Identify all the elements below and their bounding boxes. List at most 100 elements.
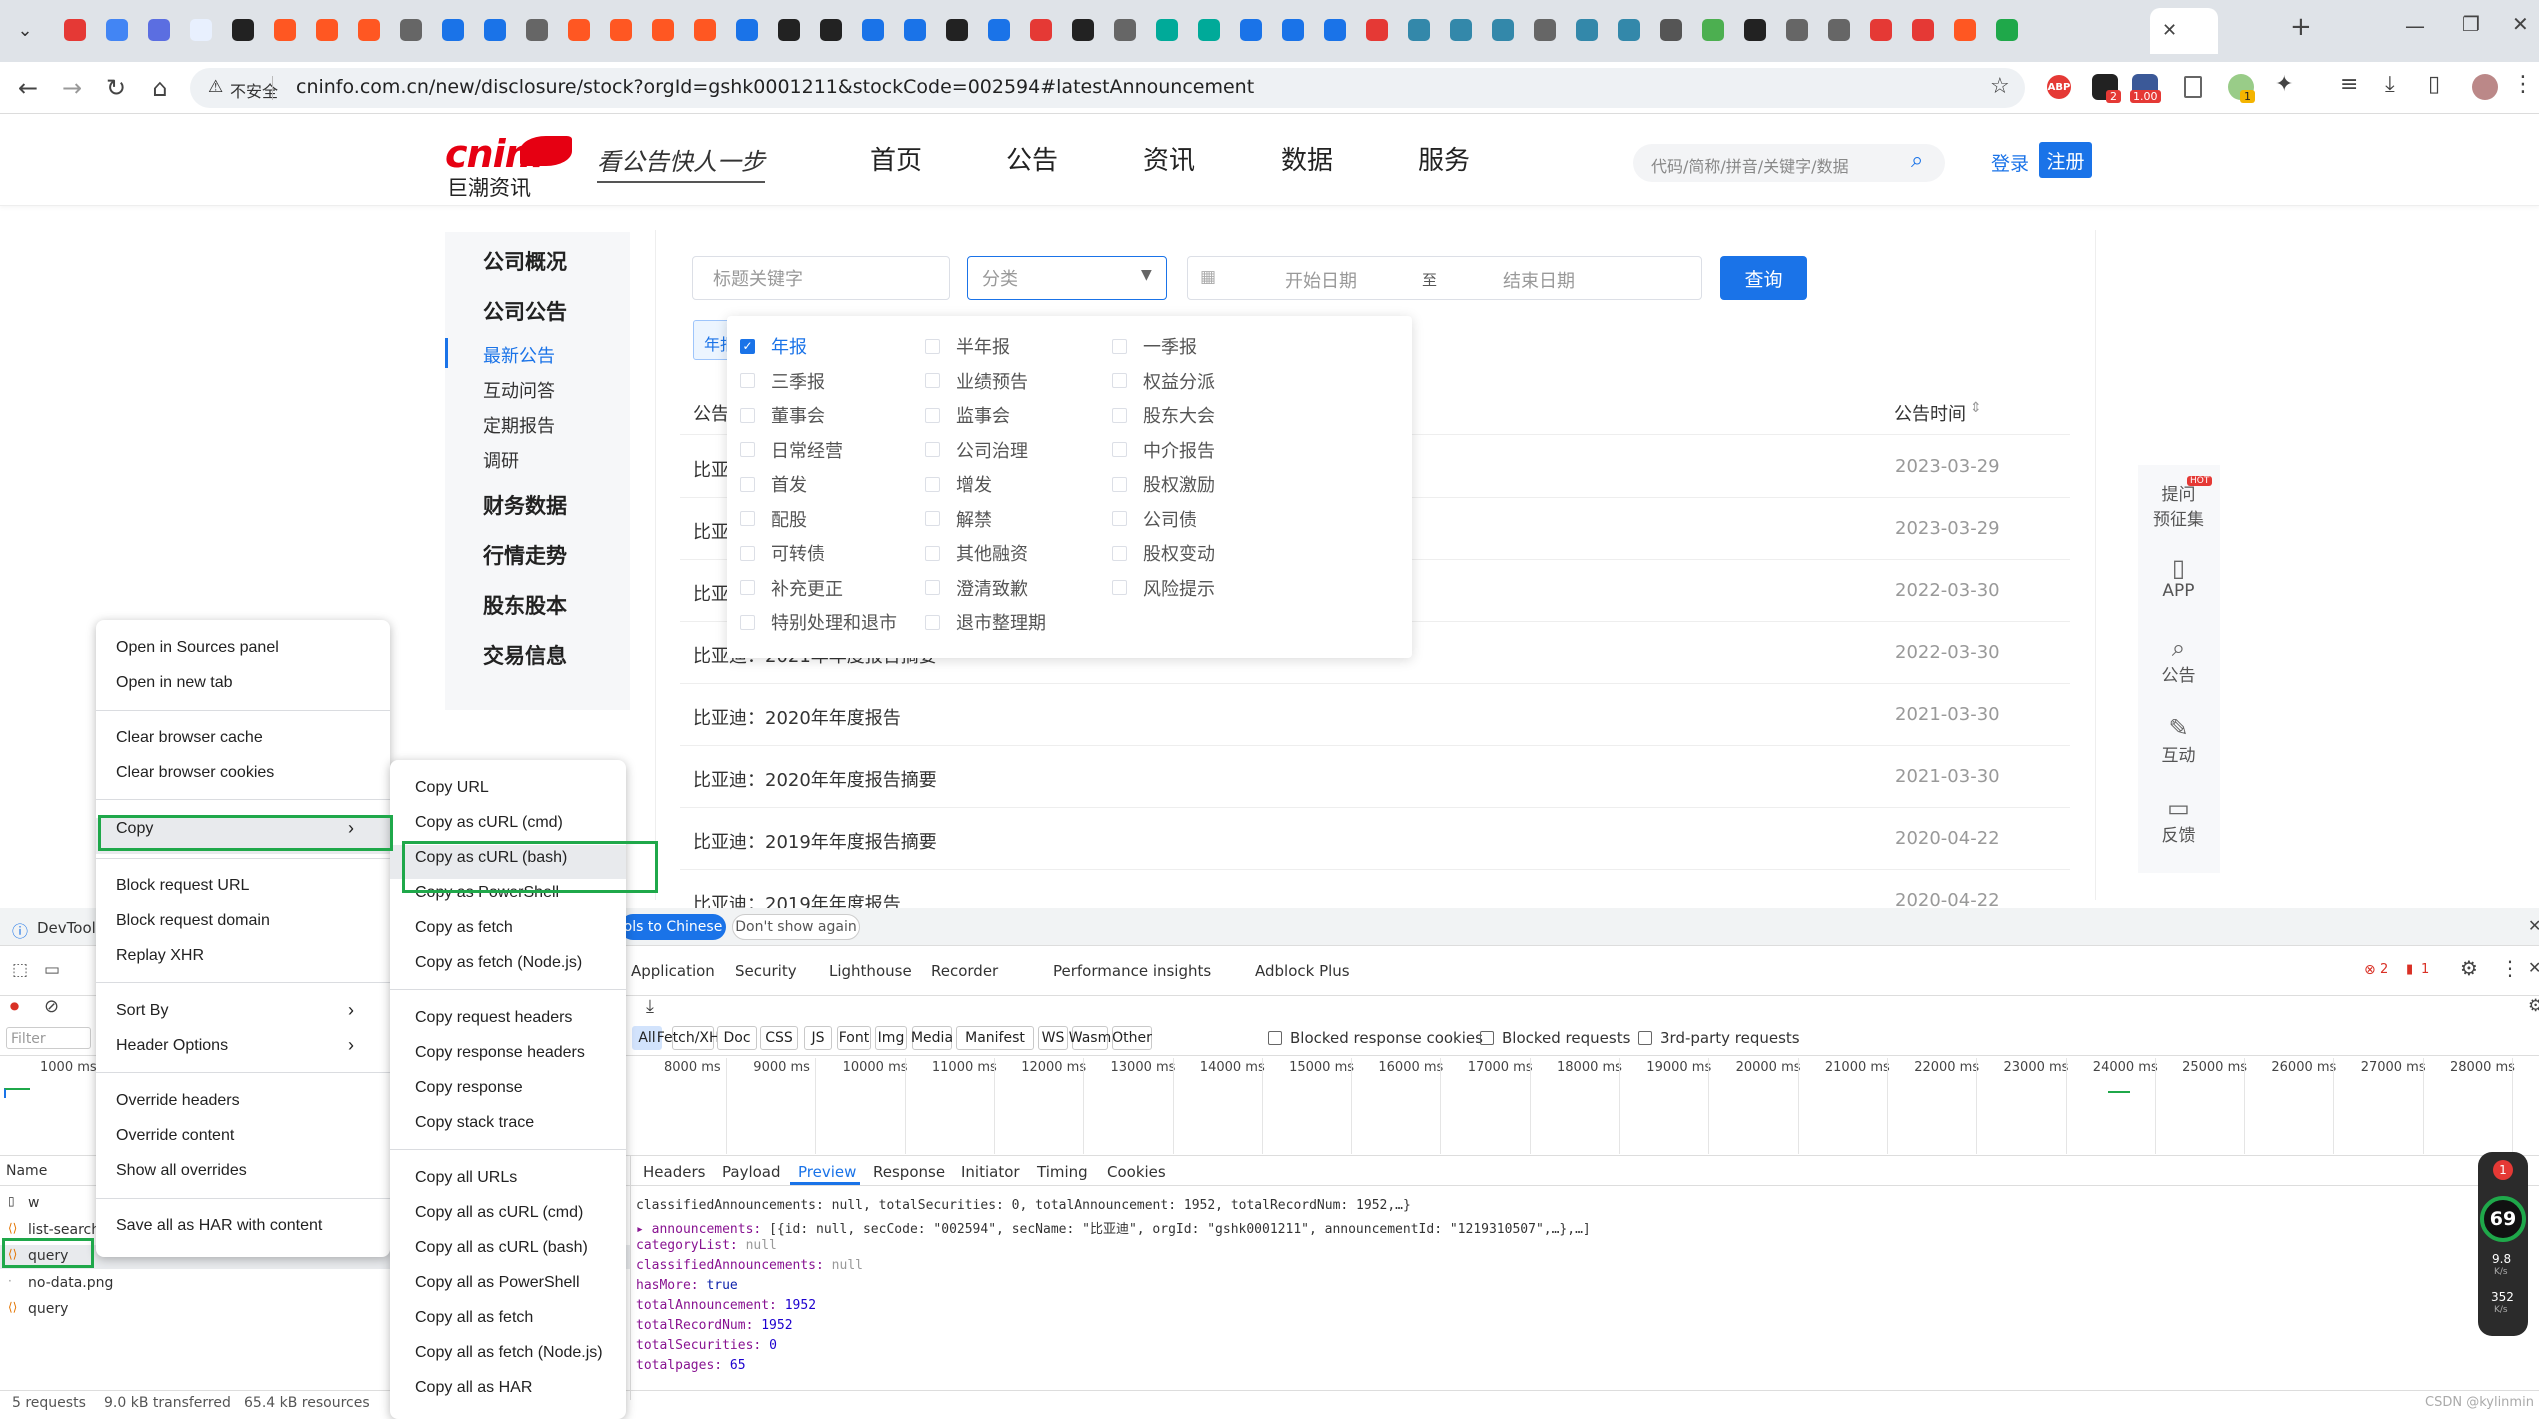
browser-tab[interactable] <box>1024 12 1058 48</box>
browser-tab[interactable] <box>898 12 932 48</box>
checkbox-icon[interactable] <box>740 614 755 630</box>
checkbox-icon[interactable] <box>740 373 755 388</box>
adblock-icon[interactable]: ABP <box>2047 75 2071 99</box>
copy-as-fetch-node[interactable]: Copy as fetch (Node.js) <box>415 954 582 972</box>
row-title[interactable]: 比亚 <box>693 580 729 606</box>
download-icon[interactable]: ⤓ <box>2385 72 2395 97</box>
browser-tab[interactable] <box>184 12 218 48</box>
browser-tab[interactable] <box>1150 12 1184 48</box>
sidebar-icon[interactable]: ▯ <box>2428 72 2440 97</box>
sidebar-button[interactable]: ⌕ 公告 <box>2141 635 2216 686</box>
checkbox-icon[interactable] <box>1268 1031 1282 1045</box>
query-button[interactable]: 查询 <box>1720 256 1807 300</box>
checkbox-icon[interactable] <box>1112 545 1127 561</box>
detail-tab-payload[interactable]: Payload <box>722 1163 781 1181</box>
category-option[interactable]: 公司治理 <box>925 437 1028 463</box>
checkbox-icon[interactable] <box>1638 1031 1652 1045</box>
site-search-input[interactable]: 代码/简称/拼音/关键字/数据 ⌕ <box>1633 144 1945 182</box>
ctx-override-headers[interactable]: Override headers <box>116 1092 240 1110</box>
detail-tab-timing[interactable]: Timing <box>1037 1163 1088 1181</box>
category-option[interactable]: 解禁 <box>925 506 992 532</box>
preview-categorylist[interactable]: categoryList: null <box>636 1238 777 1253</box>
type-filter-chip[interactable]: Doc <box>717 1026 757 1050</box>
category-option[interactable]: 退市整理期 <box>925 609 1046 635</box>
record-icon[interactable]: ⏺ <box>10 996 19 1017</box>
devtools-tab[interactable]: Adblock Plus <box>1255 962 1350 980</box>
browser-tab[interactable] <box>1696 12 1730 48</box>
keyword-input[interactable]: 标题关键字 <box>692 256 950 300</box>
ctx-block-request-url[interactable]: Block request URL <box>116 877 249 895</box>
nav-latest-announcements[interactable]: 最新公告 <box>483 342 555 368</box>
browser-tab[interactable] <box>142 12 176 48</box>
browser-tab[interactable] <box>352 12 386 48</box>
nav-market-trend[interactable]: 行情走势 <box>483 540 567 570</box>
avatar[interactable] <box>2472 74 2498 100</box>
category-option[interactable]: 澄清致歉 <box>925 575 1028 601</box>
category-option[interactable]: 特别处理和退市 <box>740 609 897 635</box>
forward-icon[interactable]: → <box>54 70 90 106</box>
clear-icon[interactable]: ⊘ <box>44 996 59 1017</box>
device-toolbar-icon[interactable]: ▭ <box>44 960 60 980</box>
checkbox-icon[interactable] <box>1112 442 1127 457</box>
browser-tab[interactable] <box>520 12 554 48</box>
nav-financial-data[interactable]: 财务数据 <box>483 490 567 520</box>
copy-all-urls[interactable]: Copy all URLs <box>415 1169 517 1187</box>
page-icon[interactable] <box>2184 76 2202 98</box>
browser-tab[interactable] <box>1192 12 1226 48</box>
preview-hasmore[interactable]: hasMore: true <box>636 1278 738 1293</box>
type-filter-chip[interactable]: Img <box>875 1026 907 1050</box>
copy-all-fetch-node[interactable]: Copy all as fetch (Node.js) <box>415 1344 603 1362</box>
menu-home[interactable]: 首页 <box>870 140 922 177</box>
nav-periodic-reports[interactable]: 定期报告 <box>483 412 555 438</box>
browser-tab[interactable] <box>1612 12 1646 48</box>
browser-tab[interactable] <box>982 12 1016 48</box>
register-button[interactable]: 注册 <box>2039 142 2092 178</box>
menu-service[interactable]: 服务 <box>1418 140 1470 177</box>
browser-tab[interactable] <box>814 12 848 48</box>
browser-tab[interactable] <box>1570 12 1604 48</box>
checkbox-icon[interactable] <box>1112 511 1127 526</box>
type-filter-chip[interactable]: WS <box>1038 1026 1068 1050</box>
browser-tab[interactable] <box>688 12 722 48</box>
switch-language-button[interactable]: ols to Chinese <box>620 914 726 940</box>
category-option[interactable]: 可转债 <box>740 540 825 566</box>
column-time[interactable]: 公告时间 <box>1894 400 1966 426</box>
export-har-icon[interactable]: ⤓ <box>646 996 654 1017</box>
browser-tab[interactable] <box>1906 12 1940 48</box>
close-window-icon[interactable]: ✕ <box>2512 12 2529 36</box>
ctx-replay-xhr[interactable]: Replay XHR <box>116 947 204 965</box>
copy-response-headers[interactable]: Copy response headers <box>415 1044 585 1062</box>
category-option[interactable]: 补充更正 <box>740 575 843 601</box>
request-name[interactable]: no-data.png <box>28 1275 113 1291</box>
devtools-tab[interactable]: Application <box>631 962 715 980</box>
category-option[interactable]: 公司债 <box>1112 506 1197 532</box>
browser-tab[interactable] <box>1486 12 1520 48</box>
devtools-tab[interactable]: Recorder <box>931 962 998 980</box>
ctx-open-in-new-tab[interactable]: Open in new tab <box>116 674 233 692</box>
media-icon[interactable]: ≡ <box>2340 72 2358 97</box>
browser-tab[interactable] <box>100 12 134 48</box>
browser-tab[interactable] <box>1234 12 1268 48</box>
preview-totalrecordnum[interactable]: totalRecordNum: 1952 <box>636 1318 793 1333</box>
category-option[interactable]: 增发 <box>925 471 992 497</box>
filter-checkbox[interactable]: Blocked response cookies <box>1268 1029 1483 1047</box>
row-title[interactable]: 比亚 <box>693 518 729 544</box>
type-filter-chip[interactable]: Manifest <box>956 1026 1034 1050</box>
dont-show-again-button[interactable]: Don't show again <box>732 914 860 940</box>
category-option[interactable]: 一季报 <box>1112 333 1197 359</box>
network-filter-input[interactable]: Filter <box>6 1027 91 1049</box>
checkbox-icon[interactable] <box>925 442 940 457</box>
browser-tab[interactable] <box>268 12 302 48</box>
browser-tab[interactable] <box>1780 12 1814 48</box>
devtools-tab[interactable]: Lighthouse <box>829 962 912 980</box>
browser-tab[interactable] <box>1738 12 1772 48</box>
start-date[interactable]: 开始日期 <box>1285 267 1357 293</box>
preview-announcements[interactable]: ▸ announcements: [{id: null, secCode: "0… <box>636 1218 1591 1237</box>
table-row[interactable]: 比亚迪：2020年年度报告摘要 2021-03-30 <box>680 746 2070 808</box>
checkbox-icon[interactable] <box>1112 580 1127 595</box>
checkbox-icon[interactable] <box>925 338 940 354</box>
browser-tab[interactable] <box>1948 12 1982 48</box>
ctx-header-options[interactable]: Header Options <box>116 1037 228 1055</box>
checked-checkbox-icon[interactable]: ✓ <box>740 338 755 354</box>
checkbox-icon[interactable] <box>1112 476 1127 492</box>
